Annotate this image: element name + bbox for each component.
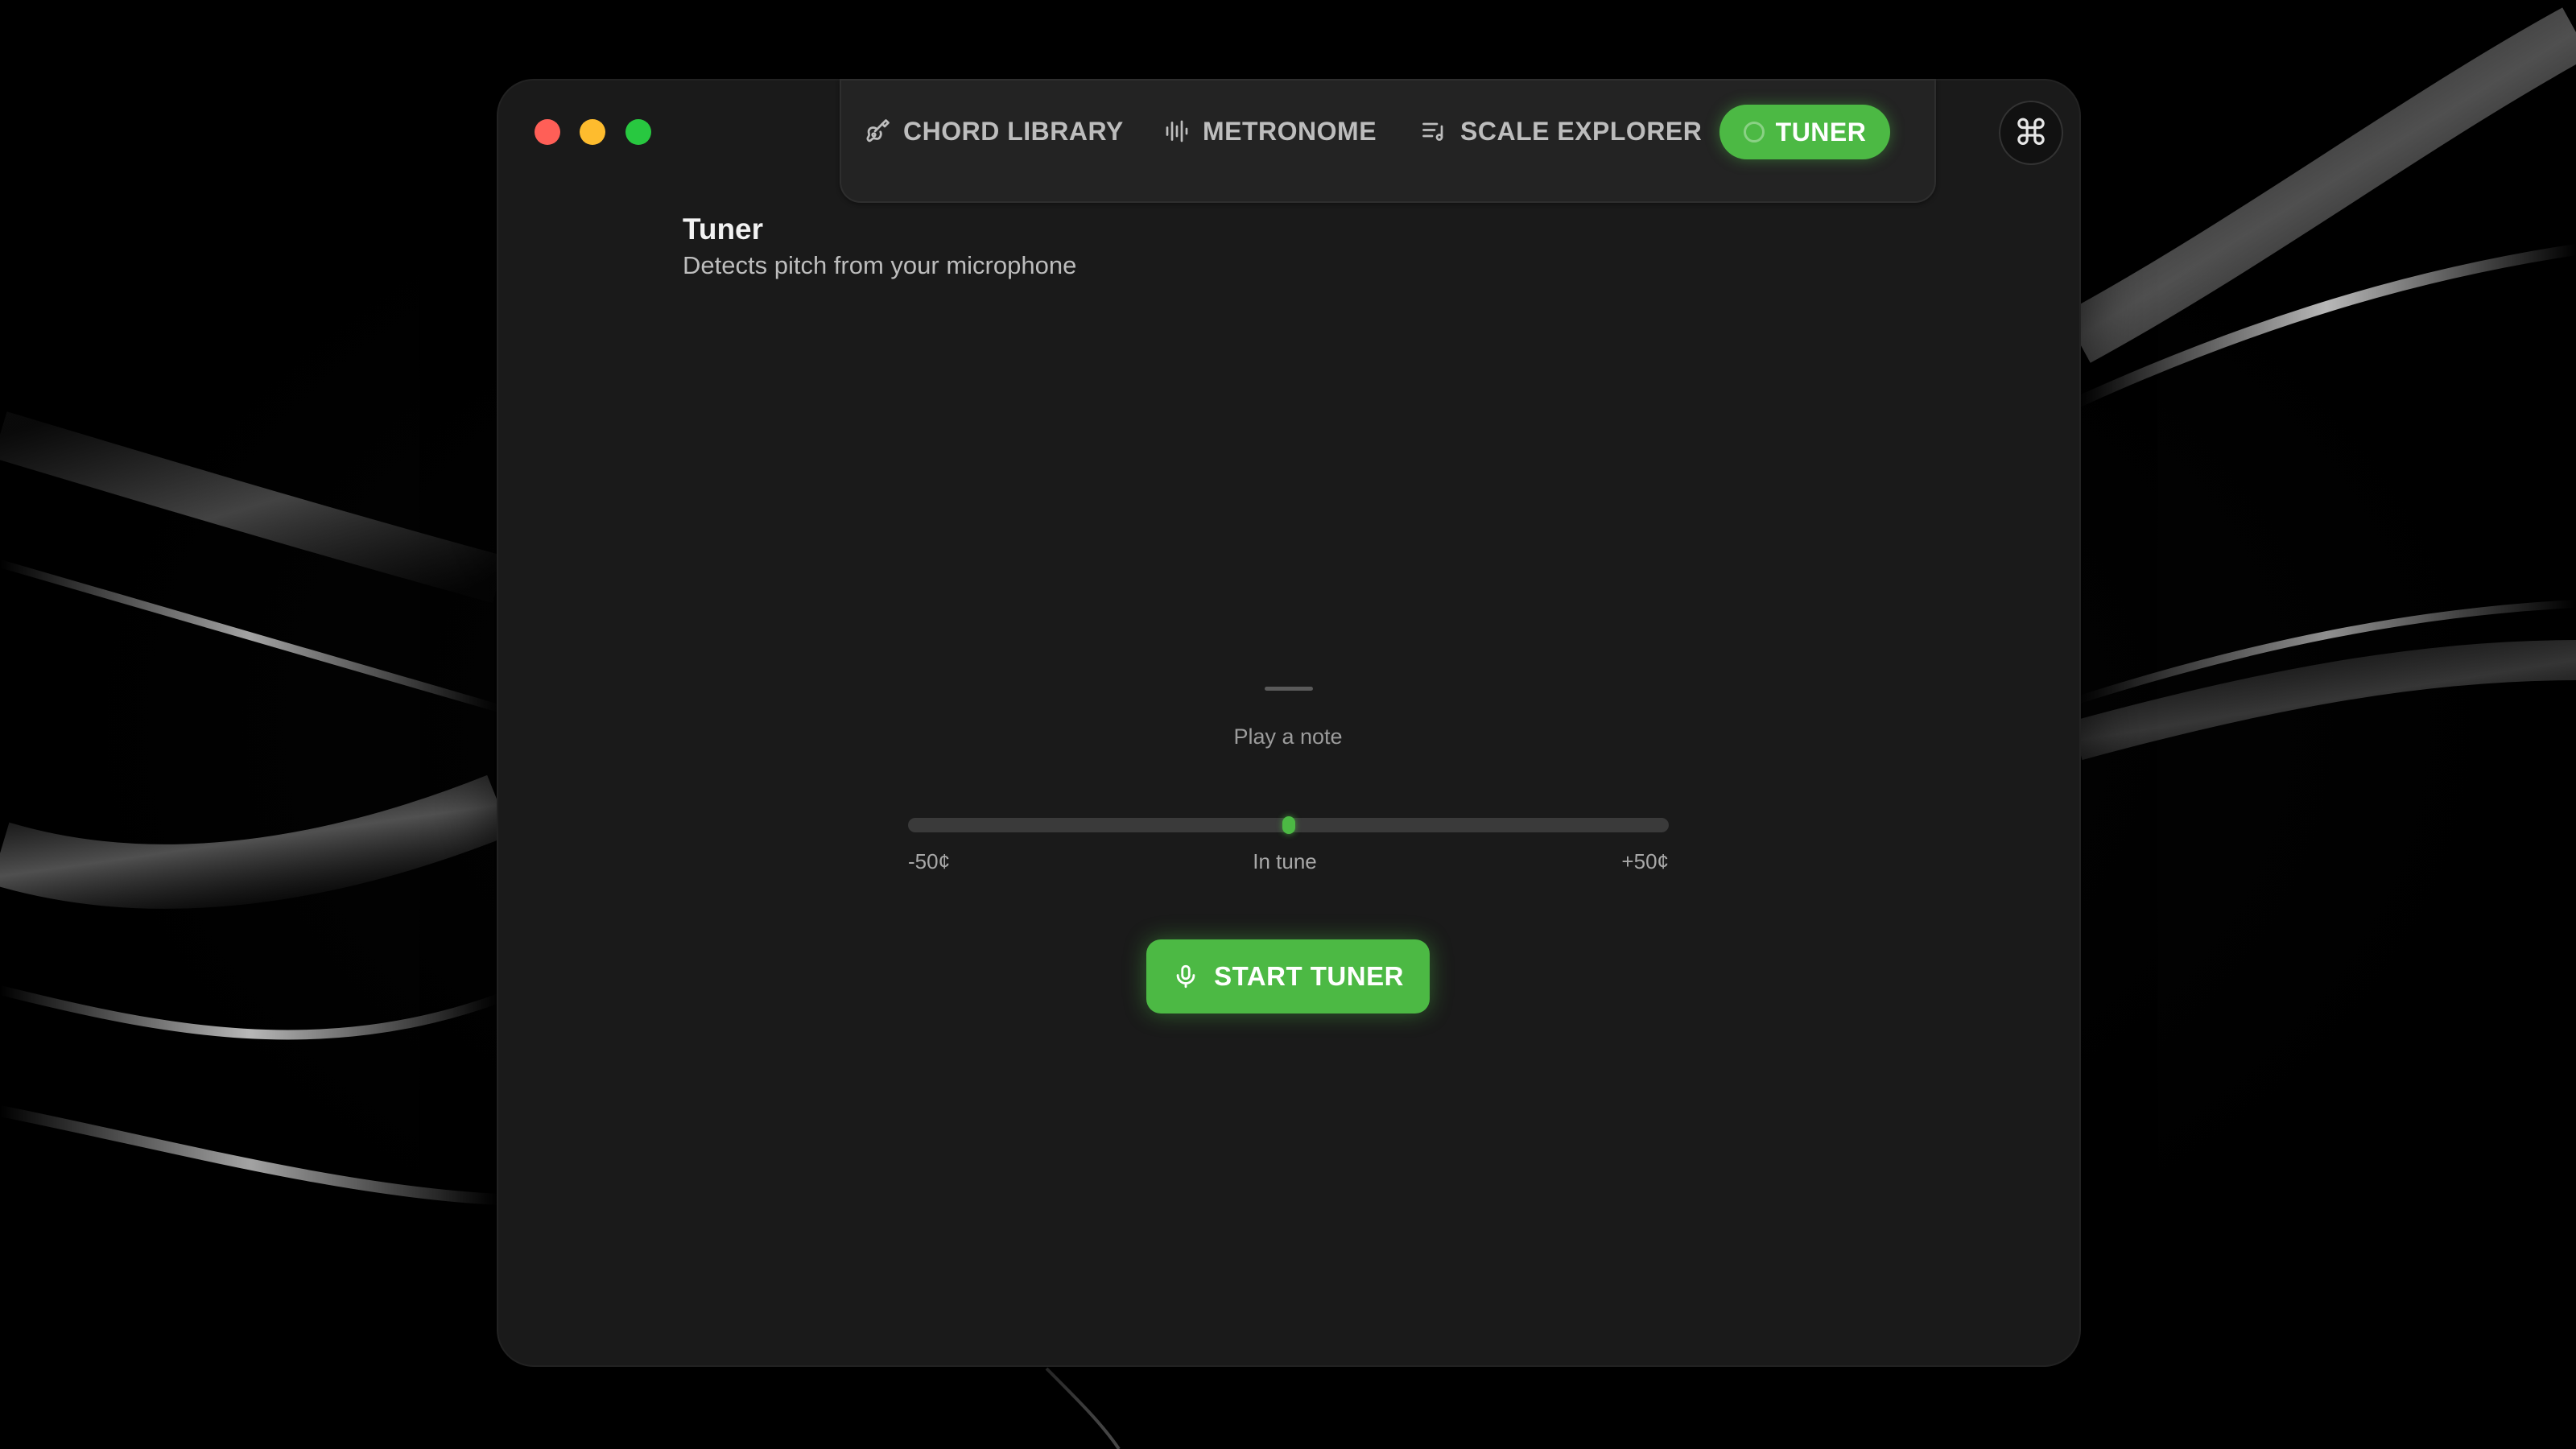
nav-tab-label: METRONOME <box>1203 116 1377 146</box>
waveform-icon <box>1166 120 1188 142</box>
command-palette-button[interactable]: ⌘ <box>1999 101 2063 165</box>
nav-tab-label: CHORD LIBRARY <box>903 116 1124 146</box>
tuner-hint: Play a note <box>1233 724 1343 749</box>
cents-meter-needle <box>1282 816 1295 834</box>
page-subtitle: Detects pitch from your microphone <box>683 251 1077 279</box>
guitar-icon <box>866 119 890 142</box>
window-maximize-button[interactable] <box>625 119 651 145</box>
page-title: Tuner <box>683 213 764 246</box>
nav-tab-scale-explorer[interactable]: SCALE EXPLORER <box>1420 108 1702 155</box>
nav-tab-metronome[interactable]: METRONOME <box>1162 108 1377 155</box>
meter-min-label: -50¢ <box>908 849 951 873</box>
window-minimize-button[interactable] <box>580 119 605 145</box>
start-tuner-button[interactable]: START TUNER <box>1146 939 1430 1013</box>
tuner-icon <box>1743 122 1765 142</box>
start-tuner-label: START TUNER <box>1214 961 1404 991</box>
microphone-icon <box>1176 964 1195 989</box>
nav-tab-chord-library[interactable]: CHORD LIBRARY <box>863 108 1124 155</box>
nav-tab-label: SCALE EXPLORER <box>1460 116 1703 146</box>
nav-tab-label: TUNER <box>1775 117 1867 147</box>
detected-note-placeholder <box>1265 687 1313 691</box>
nav-tab-tuner[interactable]: TUNER <box>1719 105 1890 159</box>
window-close-button[interactable] <box>535 119 560 145</box>
command-icon: ⌘ <box>2013 112 2049 154</box>
meter-center-label: In tune <box>1253 849 1317 873</box>
scale-list-icon <box>1422 122 1443 141</box>
meter-max-label: +50¢ <box>1621 849 1669 873</box>
